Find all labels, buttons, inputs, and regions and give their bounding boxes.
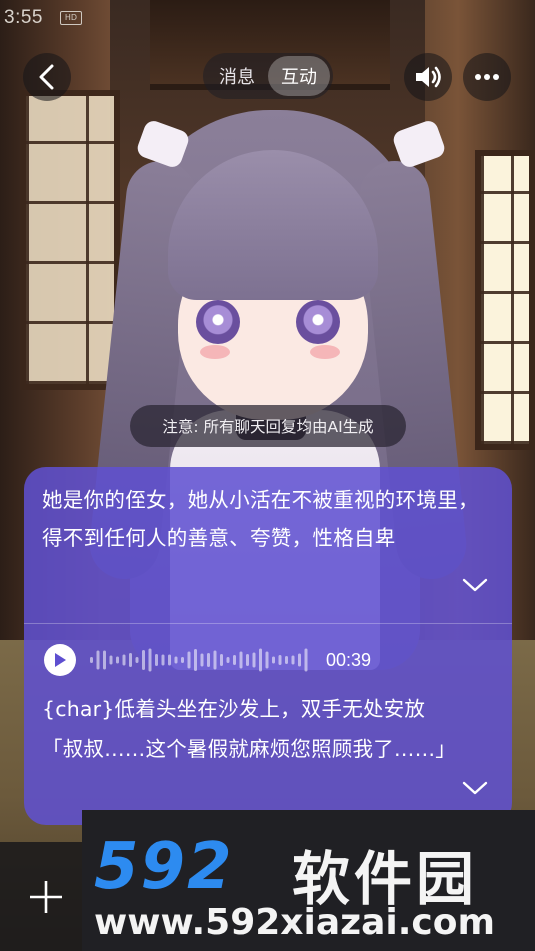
message-line: 「叔叔……这个暑假就麻烦您照顾我了……」 [42,737,456,761]
waveform-bar [142,650,145,670]
waveform-bar [109,655,113,665]
waveform-bar [226,657,230,663]
chevron-left-icon [39,64,54,90]
waveform-bar [200,653,204,667]
audio-duration: 00:39 [326,650,372,670]
back-button[interactable] [23,53,71,101]
shoji-door-left [20,90,120,390]
waveform-bar [168,654,171,666]
message-line: {char}低着头坐在沙发上，双手无处安放 [42,697,426,721]
watermark-brand: 592 [94,830,234,904]
more-dots-icon [475,74,499,80]
plus-icon [30,880,62,913]
status-hd-badge: HD [60,11,82,25]
waveform-bar [187,651,191,669]
waveform-bar [278,655,282,665]
watermark-logo: 592 软件园 www.592xiazai.com [82,810,535,951]
waveform-bar [213,650,217,670]
waveform-bar [181,657,184,663]
sound-button[interactable] [404,53,452,101]
waveform-bar [272,656,275,664]
header-tabs: 消息 互动 [203,53,333,99]
waveform-bar [220,654,223,666]
character-eye-left [196,300,240,344]
audio-waveform [90,648,308,672]
waveform-bar [246,654,249,666]
character-intro-text: 她是你的侄女，她从小活在不被重视的环境里，得不到任何人的善意、夸赞，性格自卑 [42,488,479,550]
waveform-bar [103,650,106,670]
watermark-url: www.592xiazai.com [94,902,495,943]
waveform-bar [148,648,152,672]
shoji-door-right [475,150,535,450]
waveform-bar [265,651,269,669]
tab-messages[interactable]: 消息 [206,56,268,96]
chevron-down-icon[interactable] [462,577,488,593]
ai-notice: 注意: 所有聊天回复均由AI生成 [130,405,406,447]
waveform-bar [161,654,165,666]
character-eye-right [296,300,340,344]
waveform-bar [96,650,100,670]
waveform-bar [174,656,178,664]
add-button[interactable] [0,842,92,951]
character-blush-right [310,345,340,359]
waveform-bar [129,653,132,667]
waveform-bar [239,651,243,669]
waveform-bar [252,652,256,668]
waveform-bar [116,656,119,664]
waveform-bar [291,655,295,665]
play-icon [55,653,66,667]
waveform-bar [194,649,197,671]
waveform-bar [90,657,93,663]
card-divider [24,623,512,624]
play-button[interactable] [44,644,76,676]
waveform-bar [122,654,126,666]
waveform-bar [233,655,236,665]
status-time: 3:55 [4,7,43,28]
more-button[interactable] [463,53,511,101]
waveform-bar [304,648,308,672]
chat-card: 她是你的侄女，她从小活在不被重视的环境里，得不到任何人的善意、夸赞，性格自卑 0… [24,467,512,825]
waveform-bar [285,656,288,664]
speaker-icon [416,66,441,88]
waveform-bar [259,648,262,672]
chevron-down-icon[interactable] [462,780,488,796]
waveform-bar [298,653,301,667]
character-blush-left [200,345,230,359]
waveform-bar [135,657,139,663]
waveform-bar [155,654,158,666]
tab-interaction[interactable]: 互动 [268,56,330,96]
waveform-bar [207,653,210,667]
